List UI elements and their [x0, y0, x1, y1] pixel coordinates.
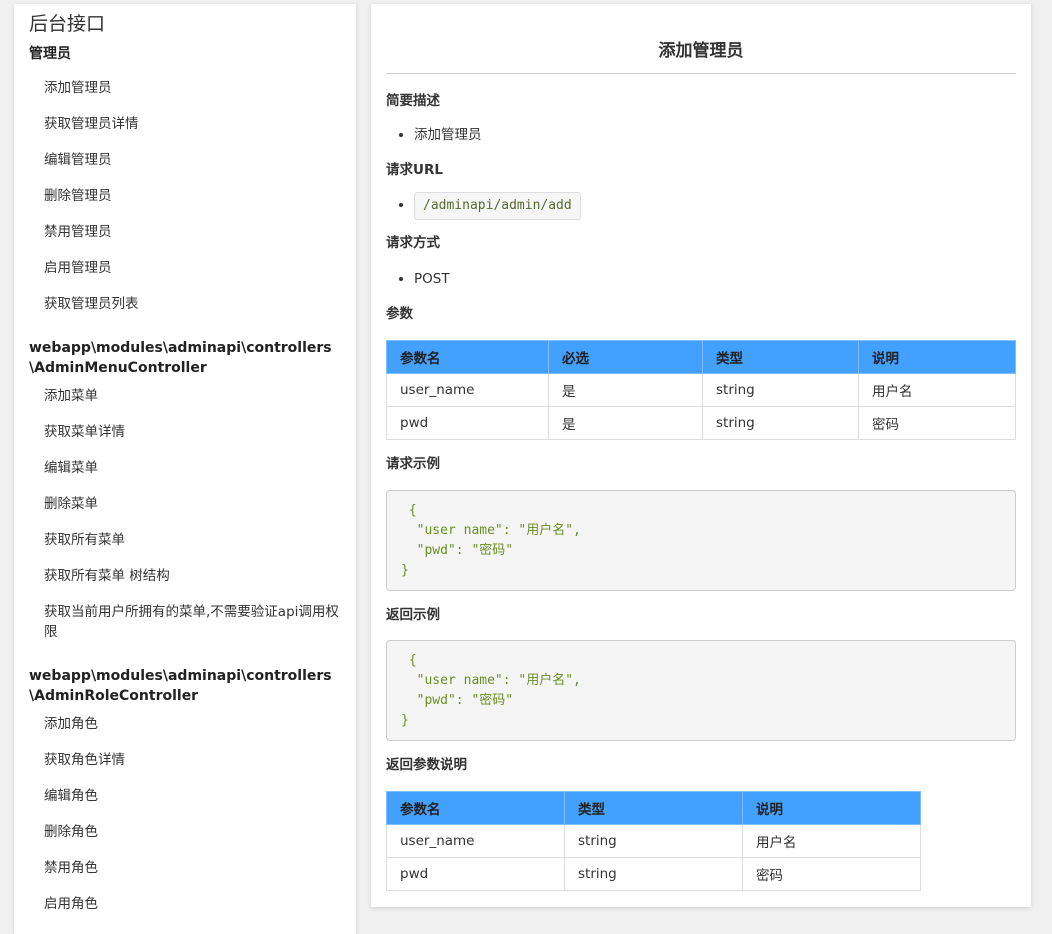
url-list: /adminapi/admin/add: [386, 192, 581, 220]
table-header-row: 参数名 类型 说明: [386, 791, 921, 825]
sidebar-group-title: webapp\modules\adminapi\controllers\Admi…: [29, 340, 332, 376]
response-params-table: 参数名 类型 说明 user_name string 用户名 pwd strin…: [386, 791, 921, 891]
main-content: 添加管理员 简要描述 添加管理员 请求URL /adminapi/admin/a…: [371, 4, 1031, 907]
sidebar-item-menu-tree[interactable]: 获取所有菜单 树结构: [29, 558, 342, 594]
column-header: 参数名: [386, 340, 549, 374]
table-cell: 是: [548, 406, 703, 440]
sidebar-group-role: webapp\modules\adminapi\controllers\Admi…: [29, 666, 342, 922]
sidebar-item-admin-list[interactable]: 获取管理员列表: [29, 286, 342, 322]
table-cell: user_name: [386, 373, 549, 407]
sidebar-title: 后台接口: [29, 13, 106, 35]
sidebar-item-edit-menu[interactable]: 编辑菜单: [29, 450, 342, 486]
column-header: 说明: [858, 340, 1016, 374]
table-header-row: 参数名 必选 类型 说明: [386, 340, 1016, 374]
request-method: POST: [414, 269, 450, 289]
brief-list: 添加管理员: [386, 125, 482, 145]
sidebar: 后台接口 管理员 添加管理员 获取管理员详情 编辑管理员 删除管理员 禁用管理员…: [14, 4, 356, 934]
sidebar-item-add-role[interactable]: 添加角色: [29, 706, 342, 742]
sidebar-group-menu: webapp\modules\adminapi\controllers\Admi…: [29, 338, 342, 650]
sidebar-item-get-role-detail[interactable]: 获取角色详情: [29, 742, 342, 778]
table-cell: 用户名: [742, 824, 921, 858]
sidebar-item-get-admin-detail[interactable]: 获取管理员详情: [29, 106, 342, 142]
response-example-code: { "user name": "用户名", "pwd": "密码" }: [386, 640, 1016, 741]
column-header: 类型: [564, 791, 743, 825]
table-row: pwd string 密码: [386, 857, 921, 891]
method-list: POST: [386, 269, 450, 289]
table-cell: 密码: [742, 857, 921, 891]
sidebar-item-add-admin[interactable]: 添加管理员: [29, 70, 342, 106]
sidebar-group-admin: 管理员 添加管理员 获取管理员详情 编辑管理员 删除管理员 禁用管理员 启用管理…: [29, 44, 342, 322]
table-cell: pwd: [386, 406, 549, 440]
page-title: 添加管理员: [386, 4, 1016, 74]
table-row: user_name 是 string 用户名: [386, 373, 1016, 407]
table-cell: string: [564, 857, 743, 891]
column-header: 必选: [548, 340, 703, 374]
params-heading: 参数: [386, 306, 413, 322]
params-table: 参数名 必选 类型 说明 user_name 是 string 用户名 pwd …: [386, 340, 1016, 440]
method-heading: 请求方式: [386, 235, 440, 251]
request-example-code: { "user name": "用户名", "pwd": "密码" }: [386, 490, 1016, 591]
sidebar-item-delete-role[interactable]: 删除角色: [29, 814, 342, 850]
brief-text: 添加管理员: [414, 125, 482, 145]
table-cell: 密码: [858, 406, 1016, 440]
sidebar-item-edit-role[interactable]: 编辑角色: [29, 778, 342, 814]
table-row: pwd 是 string 密码: [386, 406, 1016, 440]
table-cell: 用户名: [858, 373, 1016, 407]
response-example-heading: 返回示例: [386, 607, 440, 623]
sidebar-item-enable-admin[interactable]: 启用管理员: [29, 250, 342, 286]
sidebar-item-delete-menu[interactable]: 删除菜单: [29, 486, 342, 522]
sidebar-item-delete-admin[interactable]: 删除管理员: [29, 178, 342, 214]
sidebar-item-get-menu-detail[interactable]: 获取菜单详情: [29, 414, 342, 450]
sidebar-item-enable-role[interactable]: 启用角色: [29, 886, 342, 922]
request-example-heading: 请求示例: [386, 456, 440, 472]
table-cell: pwd: [386, 857, 565, 891]
column-header: 类型: [702, 340, 859, 374]
table-row: user_name string 用户名: [386, 824, 921, 858]
sidebar-item-edit-admin[interactable]: 编辑管理员: [29, 142, 342, 178]
sidebar-group-title: webapp\modules\adminapi\controllers\Admi…: [29, 668, 332, 704]
sidebar-group-title: 管理员: [29, 46, 71, 62]
table-cell: user_name: [386, 824, 565, 858]
column-header: 参数名: [386, 791, 565, 825]
table-cell: string: [564, 824, 743, 858]
response-params-heading: 返回参数说明: [386, 757, 467, 773]
url-heading: 请求URL: [386, 162, 443, 178]
sidebar-item-user-menus[interactable]: 获取当前用户所拥有的菜单,不需要验证api调用权限: [29, 594, 342, 650]
brief-heading: 简要描述: [386, 93, 440, 109]
table-cell: 是: [548, 373, 703, 407]
sidebar-item-disable-role[interactable]: 禁用角色: [29, 850, 342, 886]
sidebar-item-all-menus[interactable]: 获取所有菜单: [29, 522, 342, 558]
table-cell: string: [702, 406, 859, 440]
column-header: 说明: [742, 791, 921, 825]
sidebar-item-disable-admin[interactable]: 禁用管理员: [29, 214, 342, 250]
table-cell: string: [702, 373, 859, 407]
request-url: /adminapi/admin/add: [414, 192, 581, 220]
sidebar-item-add-menu[interactable]: 添加菜单: [29, 378, 342, 414]
